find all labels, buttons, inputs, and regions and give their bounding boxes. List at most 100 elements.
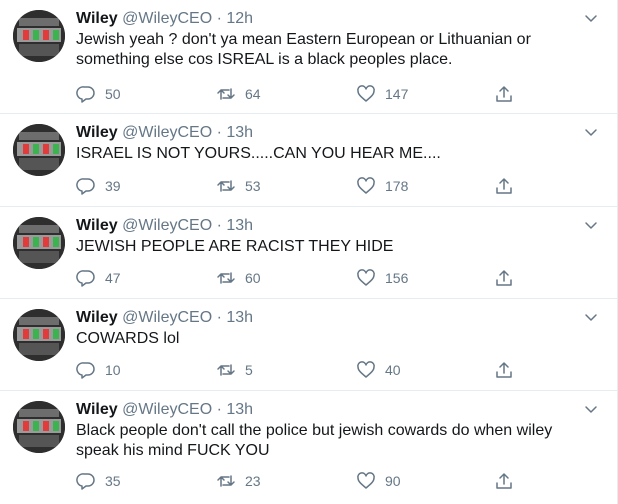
tweet[interactable]: Wiley @WileyCEO · 13h Black people don't…	[0, 391, 617, 504]
share-icon	[496, 362, 512, 378]
timestamp[interactable]: 13h	[226, 217, 253, 234]
retweet-button[interactable]: 60	[216, 268, 261, 288]
separator-dot: ·	[212, 217, 227, 234]
tweet-header: Wiley @WileyCEO · 13h	[76, 216, 253, 236]
share-button[interactable]	[494, 268, 514, 288]
timestamp[interactable]: 13h	[226, 309, 253, 326]
timestamp[interactable]: 13h	[226, 124, 253, 141]
reply-button[interactable]: 35	[76, 471, 121, 491]
chevron-down-icon[interactable]	[583, 217, 599, 233]
tweet[interactable]: Wiley @WileyCEO · 13h COWARDS lol 10 5 4…	[0, 299, 617, 391]
chevron-down-icon[interactable]	[583, 309, 599, 325]
handle[interactable]: @WileyCEO	[122, 10, 212, 27]
retweet-button[interactable]: 53	[216, 176, 261, 196]
avatar[interactable]	[13, 401, 65, 453]
avatar[interactable]	[13, 309, 65, 361]
tweet-header: Wiley @WileyCEO · 13h	[76, 400, 253, 420]
separator-dot: ·	[212, 309, 227, 326]
timestamp[interactable]: 12h	[226, 10, 253, 27]
retweet-count: 64	[245, 86, 261, 102]
avatar-image	[13, 217, 65, 269]
retweet-count: 53	[245, 178, 261, 194]
avatar[interactable]	[13, 217, 65, 269]
avatar[interactable]	[13, 124, 65, 176]
reply-count: 47	[105, 270, 121, 286]
retweet-icon	[217, 475, 235, 487]
share-button[interactable]	[494, 84, 514, 104]
retweet-button[interactable]: 23	[216, 471, 261, 491]
handle[interactable]: @WileyCEO	[122, 124, 212, 141]
tweet-actions: 50 64 147	[76, 84, 536, 104]
heart-icon	[357, 361, 375, 378]
timestamp[interactable]: 13h	[226, 401, 253, 418]
like-count: 40	[385, 362, 401, 378]
tweet[interactable]: Wiley @WileyCEO · 12h Jewish yeah ? don'…	[0, 0, 617, 114]
handle[interactable]: @WileyCEO	[122, 401, 212, 418]
tweet-text: JEWISH PEOPLE ARE RACIST THEY HIDE	[76, 238, 394, 255]
chevron-down-icon[interactable]	[583, 10, 599, 26]
like-button[interactable]: 156	[356, 268, 408, 288]
reply-count: 35	[105, 473, 121, 489]
retweet-icon	[217, 180, 235, 192]
like-count: 147	[385, 86, 409, 102]
share-icon	[496, 178, 512, 194]
separator-dot: ·	[212, 401, 227, 418]
reply-count: 50	[105, 86, 121, 102]
handle[interactable]: @WileyCEO	[122, 309, 212, 326]
like-button[interactable]: 147	[356, 84, 408, 104]
display-name[interactable]: Wiley	[76, 217, 118, 234]
tweet-text: COWARDS lol	[76, 330, 180, 347]
retweet-icon	[217, 272, 235, 284]
heart-icon	[357, 177, 375, 194]
retweet-count: 5	[245, 362, 253, 378]
tweet[interactable]: Wiley @WileyCEO · 13h ISRAEL IS NOT YOUR…	[0, 114, 617, 207]
like-count: 90	[385, 473, 401, 489]
like-button[interactable]: 40	[356, 360, 401, 380]
display-name[interactable]: Wiley	[76, 401, 118, 418]
reply-icon	[76, 362, 95, 379]
chevron-down-icon[interactable]	[583, 401, 599, 417]
reply-button[interactable]: 39	[76, 176, 121, 196]
reply-icon	[76, 270, 95, 287]
reply-count: 10	[105, 362, 121, 378]
retweet-button[interactable]: 64	[216, 84, 261, 104]
heart-icon	[357, 472, 375, 489]
retweet-count: 23	[245, 473, 261, 489]
share-icon	[496, 270, 512, 286]
display-name[interactable]: Wiley	[76, 124, 118, 141]
tweet-actions: 39 53 178	[76, 176, 536, 196]
display-name[interactable]: Wiley	[76, 10, 118, 27]
tweet-header: Wiley @WileyCEO · 13h	[76, 123, 253, 143]
reply-button[interactable]: 10	[76, 360, 121, 380]
tweet[interactable]: Wiley @WileyCEO · 13h JEWISH PEOPLE ARE …	[0, 207, 617, 299]
reply-button[interactable]: 47	[76, 268, 121, 288]
avatar-image	[13, 401, 65, 453]
share-icon	[496, 86, 512, 102]
like-button[interactable]: 178	[356, 176, 408, 196]
tweet-header: Wiley @WileyCEO · 13h	[76, 308, 253, 328]
share-icon	[496, 473, 512, 489]
tweet-header: Wiley @WileyCEO · 12h	[76, 9, 253, 29]
share-button[interactable]	[494, 176, 514, 196]
handle[interactable]: @WileyCEO	[122, 217, 212, 234]
display-name[interactable]: Wiley	[76, 309, 118, 326]
heart-icon	[357, 269, 375, 286]
reply-button[interactable]: 50	[76, 84, 121, 104]
heart-icon	[357, 85, 375, 102]
avatar[interactable]	[13, 10, 65, 62]
share-button[interactable]	[494, 471, 514, 491]
avatar-image	[13, 10, 65, 62]
chevron-down-icon[interactable]	[583, 124, 599, 140]
tweet-actions: 35 23 90	[76, 471, 536, 491]
tweet-text: Black people don't call the police but j…	[76, 422, 553, 459]
share-button[interactable]	[494, 360, 514, 380]
separator-dot: ·	[212, 10, 227, 27]
like-button[interactable]: 90	[356, 471, 401, 491]
reply-icon	[76, 178, 95, 195]
tweet-text: Jewish yeah ? don't ya mean Eastern Euro…	[76, 31, 531, 68]
separator-dot: ·	[212, 124, 227, 141]
tweet-timeline: Wiley @WileyCEO · 12h Jewish yeah ? don'…	[0, 0, 618, 504]
retweet-button[interactable]: 5	[216, 360, 253, 380]
avatar-image	[13, 124, 65, 176]
reply-count: 39	[105, 178, 121, 194]
